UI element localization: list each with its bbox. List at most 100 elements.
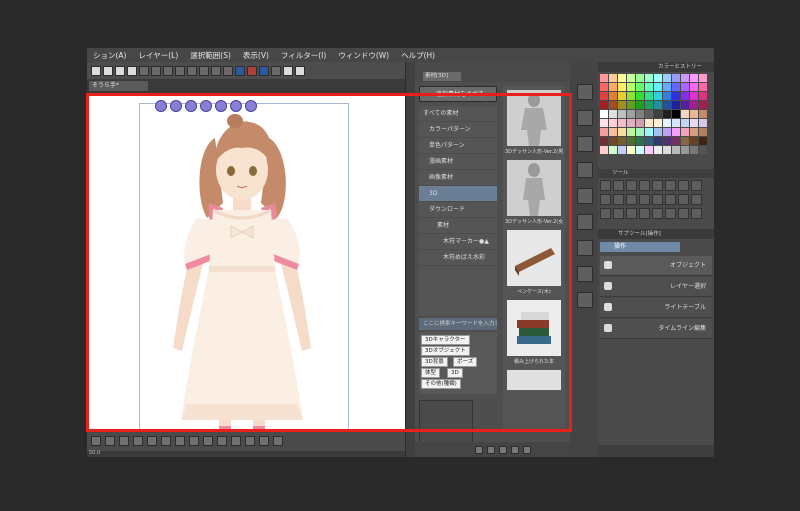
tag-chip[interactable]: 3D背景 [421,357,448,367]
color-swatch[interactable] [672,137,680,145]
material-dock-icon[interactable] [577,84,593,100]
snap-special-ruler-icon[interactable] [247,65,257,76]
tag-chip[interactable]: 3Dオブジェクト [421,346,470,356]
menu-filter[interactable]: フィルター(I) [281,50,326,61]
fill-icon[interactable] [211,65,221,76]
color-swatch[interactable] [663,101,671,109]
brush-tool-icon[interactable] [626,194,637,205]
undo-icon[interactable] [139,65,149,76]
color-swatch[interactable] [645,110,653,118]
color-swatch[interactable] [699,128,707,136]
color-swatch[interactable] [699,83,707,91]
color-swatch[interactable] [645,128,653,136]
color-swatch[interactable] [600,74,608,82]
hand-tool-icon[interactable] [613,180,624,191]
color-swatch[interactable] [618,74,626,82]
new-file-icon[interactable] [103,65,113,76]
3d-character-model[interactable] [127,108,357,438]
tag-chip[interactable]: 3Dキャラクター [421,335,470,345]
color-swatch[interactable] [654,74,662,82]
color-swatch[interactable] [636,137,644,145]
color-swatch[interactable] [663,74,671,82]
color-swatch[interactable] [645,137,653,145]
save-icon[interactable] [127,65,137,76]
color-swatch[interactable] [663,110,671,118]
thumbnail-male-figure[interactable] [507,90,561,146]
zoom-tool-icon[interactable] [600,180,611,191]
color-swatch[interactable] [681,83,689,91]
book-icon[interactable] [245,436,255,446]
eraser-tool-icon[interactable] [665,194,676,205]
tree-item[interactable]: 素材 [419,218,497,234]
color-swatch[interactable] [618,137,626,145]
snap-grid-icon[interactable] [259,65,269,76]
menu-select[interactable]: 選択範囲(S) [190,50,231,61]
search-tool-icon[interactable] [626,180,637,191]
color-swatch[interactable] [618,119,626,127]
sub-tool-layer-select[interactable]: レイヤー選択 [600,277,712,297]
color-swatch[interactable] [636,146,644,154]
color-swatch[interactable] [645,83,653,91]
help-icon[interactable] [295,65,305,76]
pose-icon[interactable] [161,436,171,446]
thumbnail-next[interactable] [507,370,561,390]
cut-icon[interactable] [163,65,173,76]
color-swatch[interactable] [636,110,644,118]
tree-item[interactable]: カラーパターン [419,122,497,138]
color-swatch[interactable] [645,92,653,100]
menu-help[interactable]: ヘルプ(H) [401,50,435,61]
color-swatch[interactable] [699,110,707,118]
color-swatch[interactable] [690,110,698,118]
color-swatch[interactable] [636,92,644,100]
paste-icon[interactable] [187,65,197,76]
material-dock-icon[interactable] [577,240,593,256]
sub-tool-timeline[interactable]: タイムライン編集 [600,319,712,339]
color-swatch[interactable] [663,92,671,100]
color-swatch[interactable] [672,128,680,136]
zoom-out-icon[interactable] [217,436,227,446]
color-swatch[interactable] [654,146,662,154]
color-swatch[interactable] [600,128,608,136]
color-swatch[interactable] [654,101,662,109]
color-swatch[interactable] [699,101,707,109]
color-swatch[interactable] [609,74,617,82]
sub-tool-object[interactable]: オブジェクト [600,256,712,276]
canvas[interactable] [87,93,405,438]
menu-view[interactable]: 表示(V) [243,50,269,61]
document-tab[interactable]: そうら手* [89,81,148,91]
color-swatch[interactable] [672,74,680,82]
layout-icon[interactable] [259,436,269,446]
material-dock-icon[interactable] [577,136,593,152]
gradient-tool-icon[interactable] [600,208,611,219]
color-swatch[interactable] [600,137,608,145]
color-swatch[interactable] [636,83,644,91]
select-tool-icon[interactable] [652,180,663,191]
color-swatch[interactable] [690,101,698,109]
color-swatch[interactable] [609,92,617,100]
tag-chip[interactable]: ポーズ [453,357,478,367]
snap-ruler-icon[interactable] [235,65,245,76]
color-swatch[interactable] [699,146,707,154]
color-swatch[interactable] [672,101,680,109]
correction-tool-icon[interactable] [691,208,702,219]
color-swatch[interactable] [618,110,626,118]
color-swatch[interactable] [681,110,689,118]
color-swatch[interactable] [663,83,671,91]
color-swatch[interactable] [600,119,608,127]
thumbnail-size-icon[interactable] [499,445,507,454]
redo-icon[interactable] [151,65,161,76]
delete-material-icon[interactable] [523,445,531,454]
color-swatch[interactable] [627,128,635,136]
color-swatch[interactable] [654,92,662,100]
blend-tool-icon[interactable] [678,194,689,205]
search-more-materials-button[interactable]: 追加素材をさがす [419,86,497,102]
eye-icon[interactable] [91,65,101,76]
ruler-tool-icon[interactable] [639,208,650,219]
thumbnail-stacked-books[interactable] [507,300,561,356]
sub-tool-group-tab[interactable]: 操作 [600,242,680,252]
menu-animation[interactable]: ション(A) [93,50,126,61]
color-swatch[interactable] [609,146,617,154]
tag-chip[interactable]: 3D [447,368,463,378]
color-swatch[interactable] [663,128,671,136]
color-swatch[interactable] [609,110,617,118]
